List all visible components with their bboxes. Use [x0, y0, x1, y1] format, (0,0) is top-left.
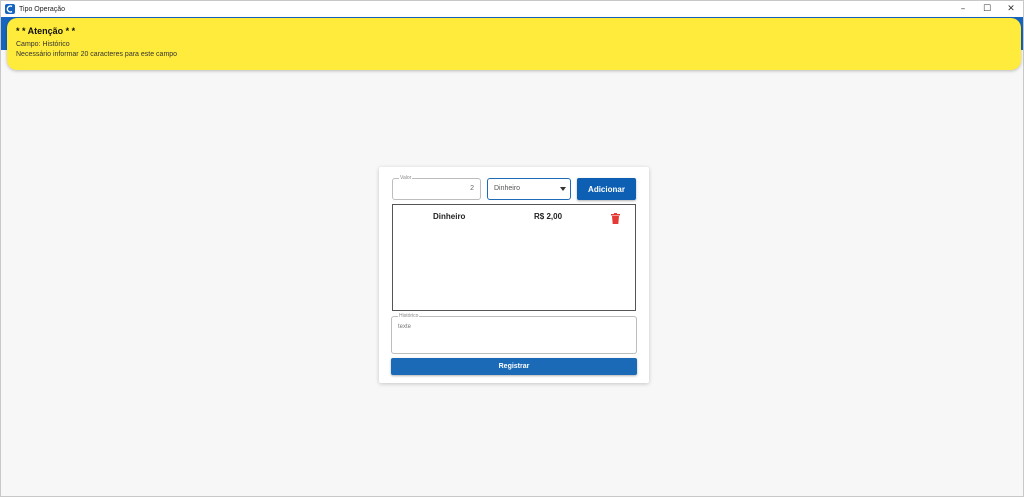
app-window: Tipo Operação – ☐ ✕ * * Atenção * * Camp… [0, 0, 1024, 497]
valor-value: 2 [470, 185, 474, 192]
maximize-button[interactable]: ☐ [975, 1, 999, 17]
window-title: Tipo Operação [19, 5, 66, 13]
register-button[interactable]: Registrar [391, 358, 637, 375]
operation-card: Valor 2 Dinheiro Adicionar Dinheiro R$ 2… [379, 167, 649, 383]
title-bar: Tipo Operação – ☐ ✕ [1, 1, 1023, 17]
window-controls: – ☐ ✕ [951, 1, 1023, 17]
alert-title: * * Atenção * * [16, 26, 76, 36]
close-button[interactable]: ✕ [999, 1, 1023, 17]
valor-label: Valor [399, 175, 413, 181]
historico-label: Histórico [398, 313, 420, 319]
alert-message-line: Necessário informar 20 caracteres para e… [16, 51, 178, 58]
trash-icon[interactable] [611, 211, 620, 224]
historico-textarea[interactable]: Histórico texte [391, 313, 637, 354]
minimize-button[interactable]: – [951, 1, 975, 17]
list-item: Dinheiro R$ 2,00 [393, 205, 635, 227]
warning-alert: * * Atenção * * Campo: Histórico Necessá… [7, 18, 1021, 70]
valor-input[interactable]: Valor 2 [392, 175, 481, 200]
item-name: Dinheiro [433, 212, 466, 221]
alert-field-line: Campo: Histórico [16, 41, 70, 48]
payment-list: Dinheiro R$ 2,00 [392, 204, 636, 311]
payment-type-select[interactable]: Dinheiro [487, 178, 571, 200]
item-amount: R$ 2,00 [534, 212, 563, 221]
caret-down-icon [560, 187, 566, 191]
add-button[interactable]: Adicionar [577, 178, 636, 200]
historico-value: texte [398, 324, 412, 330]
payment-type-value: Dinheiro [494, 185, 521, 192]
app-logo-icon [5, 4, 15, 14]
